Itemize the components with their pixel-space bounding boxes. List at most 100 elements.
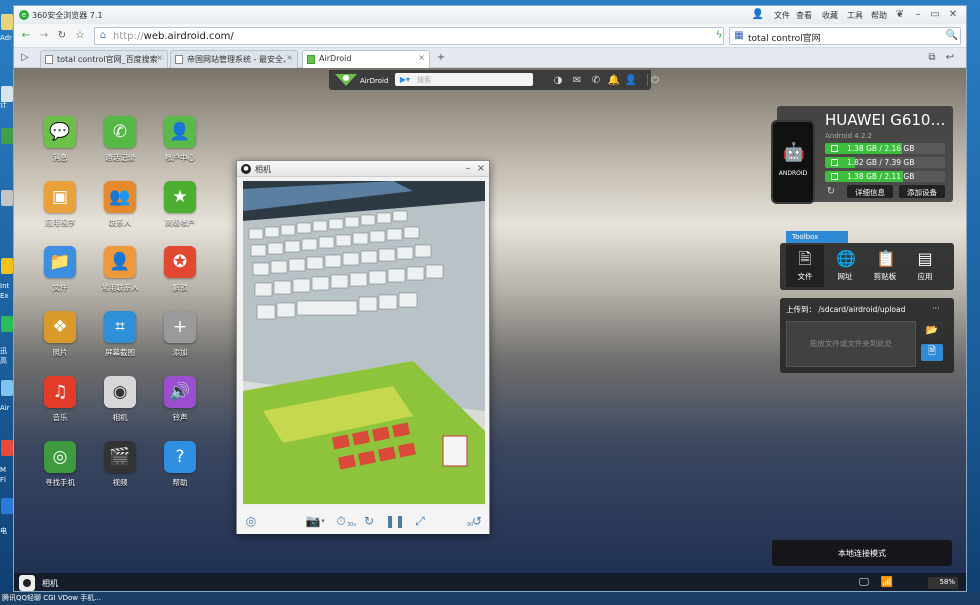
page-favicon-icon [45,55,53,64]
user-icon[interactable]: 👤 [625,74,637,86]
desktop-connection-icon[interactable]: 🖵 [857,577,871,589]
desktop-icon[interactable] [1,258,13,274]
message-icon[interactable]: ✉ [571,74,583,86]
clipboard-icon: 📋 [876,249,896,268]
snapshot-dropdown-icon[interactable]: ▾ [319,514,327,528]
app-account[interactable]: 👤 帐户中心 [150,116,210,176]
close-tab-icon[interactable]: × [418,53,425,62]
tool-app[interactable]: ▤ 应用 [906,245,944,287]
power-icon[interactable]: ⏻ [649,74,661,86]
maximize-icon[interactable]: ▭ [929,9,941,21]
minimize-icon[interactable]: – [463,163,473,175]
pause-icon[interactable]: ❚❚ [385,514,405,528]
desktop-icon[interactable] [1,128,13,144]
desktop-icon[interactable] [1,440,13,456]
app-call-log[interactable]: ✆ 通话记录 [90,116,150,176]
desktop-icon[interactable] [1,498,13,514]
tab-baidu-search[interactable]: total control官网_百度搜索 × [40,50,168,68]
search-engine-icon[interactable]: ▦ [733,30,745,42]
app-frequent-contacts[interactable]: 👤 常用联系人 [90,246,150,306]
app-photos[interactable]: ❖ 照片 [30,311,90,371]
drop-zone[interactable]: 拖放文件或文件夹到此处 [786,321,916,367]
search-icon[interactable]: 🔍 [946,30,958,42]
app-video[interactable]: 🎬 视频 [90,441,150,501]
forward-icon[interactable]: → [38,30,50,42]
back-icon[interactable]: ← [20,30,32,42]
add-device-button[interactable]: 添加设备 [899,185,945,198]
phone-icon[interactable]: ✆ [590,74,602,86]
app-help[interactable]: ? 帮助 [150,441,210,501]
power-icon[interactable] [647,74,648,86]
search-box[interactable]: ▦ total control官网 🔍 [729,27,961,45]
shirt-icon[interactable]: ❦ [894,9,906,21]
call-log-icon: ✆ [104,116,136,148]
app-apps[interactable]: ▣ 应用程序 [30,181,90,241]
tab-airdroid[interactable]: AirDroid × [302,50,430,68]
airdroid-search-input[interactable]: ▶▾ 搜索 [395,73,533,86]
undo-close-icon[interactable]: ↩ [944,53,956,63]
app-folder[interactable]: 📁 文件 [30,246,90,306]
desktop-icon[interactable] [1,14,13,30]
menu-tools[interactable]: 工具 [847,10,863,21]
menu-favorites[interactable]: 收藏 [822,10,838,21]
tab-list-icon[interactable]: ⧉ [926,53,938,63]
screenshot-icon: ⌗ [104,311,136,343]
fullscreen-icon[interactable]: ⤢ [412,514,428,528]
tool-file[interactable]: 🗎 文件 [786,245,824,287]
url-prefix: http:// [113,31,144,42]
app-unlock[interactable]: ✪ 解锁 [150,246,210,306]
menu-view[interactable]: 查看 [796,10,812,21]
menu-file[interactable]: 文件 [774,10,790,21]
address-bar[interactable]: ⌂ http://web.airdroid.com/ [94,27,724,45]
upload-file-button[interactable]: 🗎 [921,344,943,361]
local-connection-mode[interactable]: 本地连接模式 [772,540,952,566]
app-message[interactable]: 💬 消息 [30,116,90,176]
tab-cms[interactable]: 帝国网站管理系统 - 最安全、 × [170,50,298,68]
user-avatar-icon[interactable]: 👤 [752,9,764,21]
desktop-icon[interactable] [1,380,13,396]
app-screenshot[interactable]: ⌗ 屏幕截图 [90,311,150,371]
home-icon[interactable]: ⌂ [97,30,109,42]
lightning-icon[interactable]: ϟ [714,30,724,42]
rotate-camera-icon[interactable]: ◎ [243,514,259,528]
menu-help[interactable]: 帮助 [871,10,887,21]
minimized-app-label[interactable]: 相机 [42,578,58,589]
close-tab-icon[interactable]: × [156,53,163,62]
bell-icon[interactable]: 🔔 [608,74,620,86]
upload-path[interactable]: /sdcard/airdroid/upload [818,305,905,314]
add-icon: + [164,311,196,343]
upload-more-button[interactable]: ··· [932,304,940,313]
close-icon[interactable]: × [476,163,486,175]
minimize-icon[interactable]: – [912,9,924,21]
minimized-camera-icon[interactable] [19,575,35,591]
app-camera[interactable]: ◉ 相机 [90,376,150,436]
camera-window-titlebar[interactable]: ● 相机 – × [237,161,489,177]
tool-url[interactable]: 🌐 网址 [826,245,864,287]
refresh-icon[interactable]: ↻ [825,186,837,198]
desktop-icon[interactable] [1,316,13,332]
app-ringtone[interactable]: 🔊 铃声 [150,376,210,436]
rotate-label: 90 [467,522,474,528]
refresh-icon[interactable]: ↻ [361,514,377,528]
toolbox-tag: Toolbox [786,231,848,243]
app-label: 帮助 [172,478,188,487]
play-store-icon[interactable]: ▶▾ [398,75,412,84]
app-add[interactable]: + 添加 [150,311,210,371]
airdroid-logo-icon[interactable] [333,72,359,88]
favorite-star-icon[interactable]: ☆ [74,30,86,42]
close-tab-icon[interactable]: × [286,53,293,62]
device-details-button[interactable]: 详细信息 [847,185,893,198]
close-icon[interactable]: ✕ [947,9,959,21]
sidebar-toggle-icon[interactable]: ▷ [20,53,30,63]
app-music[interactable]: ♫ 音乐 [30,376,90,436]
upload-folder-button[interactable]: 📂 [921,322,943,339]
app-find-phone[interactable]: ◎ 寻找手机 [30,441,90,501]
tool-clipboard[interactable]: 📋 剪贴板 [866,245,904,287]
account-icon: 👤 [164,116,196,148]
dashboard-icon[interactable]: ◑ [552,74,564,86]
refresh-icon[interactable]: ↻ [56,30,68,42]
desktop-icon[interactable] [1,190,13,206]
app-premium[interactable]: ★ 高级帐户 [150,181,210,241]
new-tab-button[interactable]: + [434,52,448,64]
app-contacts[interactable]: 👥 联系人 [90,181,150,241]
